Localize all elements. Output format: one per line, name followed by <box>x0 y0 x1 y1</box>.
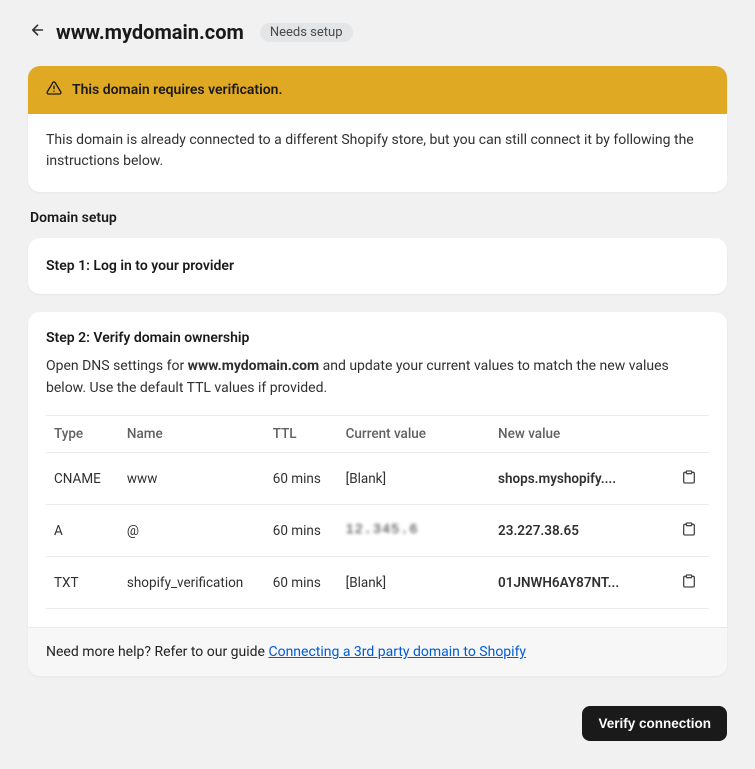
th-current: Current value <box>338 416 490 453</box>
cell-new: 23.227.38.65 <box>490 505 669 557</box>
cell-current: [Blank] <box>338 557 490 609</box>
section-label: Domain setup <box>30 210 725 226</box>
th-ttl: TTL <box>265 416 338 453</box>
cell-name: www <box>119 453 265 505</box>
cell-new: shops.myshopify.... <box>490 453 669 505</box>
help-bar: Need more help? Refer to our guide Conne… <box>28 627 727 676</box>
step2-desc-domain: www.mydomain.com <box>188 358 319 374</box>
cell-ttl: 60 mins <box>265 557 338 609</box>
cell-type: A <box>46 505 119 557</box>
copy-button[interactable] <box>677 465 701 492</box>
cell-copy <box>669 557 709 609</box>
verification-alert-card: This domain requires verification. This … <box>28 66 727 192</box>
cell-type: TXT <box>46 557 119 609</box>
step1-card: Step 1: Log in to your provider <box>28 238 727 294</box>
copy-button[interactable] <box>677 517 701 544</box>
table-row: TXTshopify_verification60 mins[Blank]01J… <box>46 557 709 609</box>
copy-button[interactable] <box>677 569 701 596</box>
step2-desc-prefix: Open DNS settings for <box>46 358 188 374</box>
cell-copy <box>669 453 709 505</box>
help-prefix: Need more help? Refer to our guide <box>46 644 268 660</box>
th-name: Name <box>119 416 265 453</box>
table-row: A@60 mins12.345.623.227.38.65 <box>46 505 709 557</box>
th-type: Type <box>46 416 119 453</box>
alert-title: This domain requires verification. <box>72 82 282 98</box>
th-copy <box>669 416 709 453</box>
alert-body: This domain is already connected to a di… <box>28 114 727 192</box>
step2-title: Step 2: Verify domain ownership <box>46 330 709 346</box>
page-title: www.mydomain.com <box>56 20 244 44</box>
page-footer: Verify connection <box>28 706 727 741</box>
warning-icon <box>46 80 62 100</box>
clipboard-icon <box>681 573 697 592</box>
page-header: www.mydomain.com Needs setup <box>28 20 727 44</box>
step2-card: Step 2: Verify domain ownership Open DNS… <box>28 312 727 676</box>
cell-type: CNAME <box>46 453 119 505</box>
arrow-left-icon <box>28 22 44 43</box>
step1-title: Step 1: Log in to your provider <box>28 238 727 294</box>
th-new: New value <box>490 416 669 453</box>
cell-current: [Blank] <box>338 453 490 505</box>
help-link[interactable]: Connecting a 3rd party domain to Shopify <box>268 644 526 660</box>
cell-copy <box>669 505 709 557</box>
cell-current: 12.345.6 <box>338 505 490 557</box>
alert-banner: This domain requires verification. <box>28 66 727 114</box>
step2-description: Open DNS settings for www.mydomain.com a… <box>46 356 709 399</box>
cell-ttl: 60 mins <box>265 453 338 505</box>
back-button[interactable] <box>28 22 44 43</box>
clipboard-icon <box>681 469 697 488</box>
table-row: CNAMEwww60 mins[Blank]shops.myshopify...… <box>46 453 709 505</box>
cell-ttl: 60 mins <box>265 505 338 557</box>
cell-new: 01JNWH6AY87NT... <box>490 557 669 609</box>
clipboard-icon <box>681 521 697 540</box>
cell-name: shopify_verification <box>119 557 265 609</box>
status-badge: Needs setup <box>260 23 353 42</box>
verify-connection-button[interactable]: Verify connection <box>582 706 727 741</box>
cell-name: @ <box>119 505 265 557</box>
dns-table: Type Name TTL Current value New value CN… <box>46 415 709 609</box>
